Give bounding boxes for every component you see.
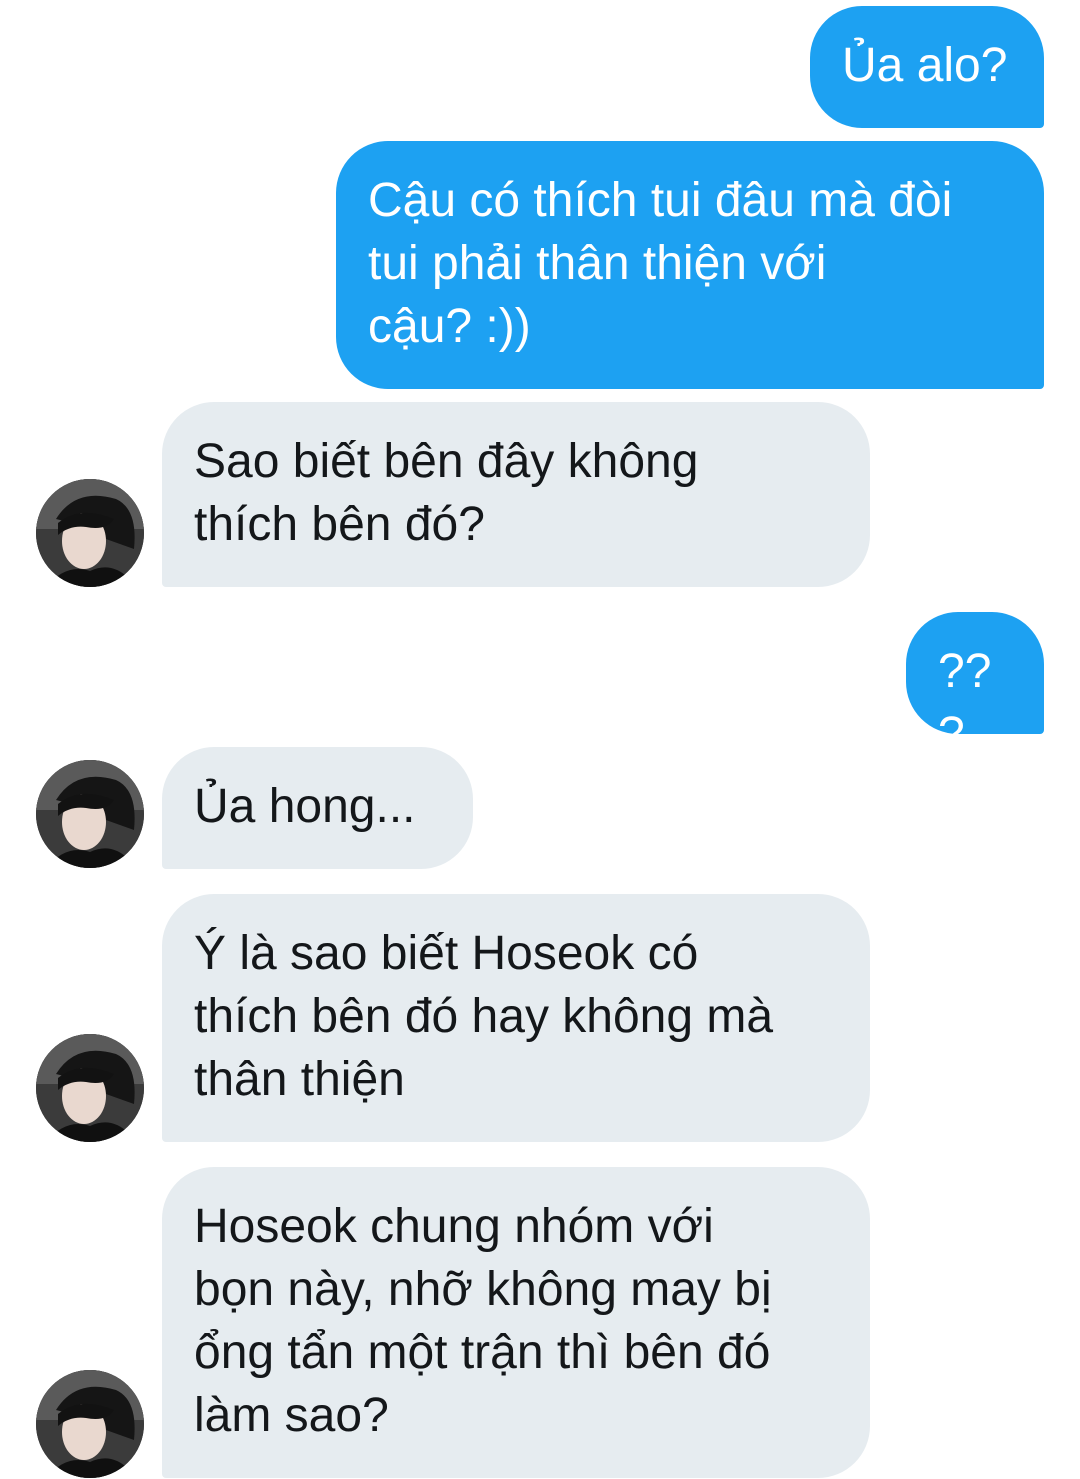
message-bubble-received[interactable]: Hoseok chung nhóm với bọn này, nhỡ không… — [162, 1167, 870, 1478]
message-bubble-sent[interactable]: Cậu có thích tui đâu mà đòi tui phải thâ… — [336, 141, 1044, 389]
message-bubble-sent[interactable]: Ủa alo? — [810, 6, 1044, 128]
contact-avatar[interactable] — [36, 1370, 144, 1478]
avatar-photo-icon — [36, 1370, 144, 1478]
message-bubble-received[interactable]: Sao biết bên đây không thích bên đó? — [162, 402, 870, 587]
contact-avatar[interactable] — [36, 760, 144, 868]
contact-avatar[interactable] — [36, 1034, 144, 1142]
message-bubble-received[interactable]: Ý là sao biết Hoseok có thích bên đó hay… — [162, 894, 870, 1142]
avatar-photo-icon — [36, 479, 144, 587]
message-bubble-received[interactable]: Ủa hong... — [162, 747, 473, 869]
avatar-photo-icon — [36, 760, 144, 868]
contact-avatar[interactable] — [36, 479, 144, 587]
message-bubble-sent[interactable]: ??? — [906, 612, 1044, 761]
avatar-photo-icon — [36, 1034, 144, 1142]
